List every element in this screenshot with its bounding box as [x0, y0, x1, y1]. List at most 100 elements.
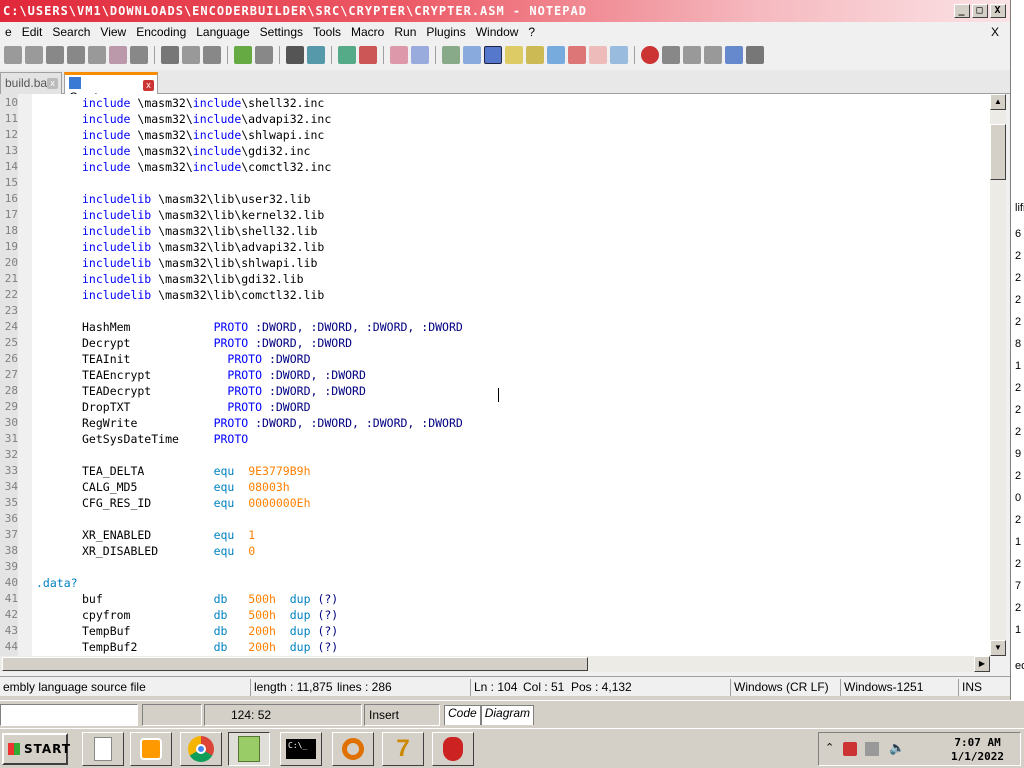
media-player-icon[interactable]	[130, 732, 172, 766]
close-tab-icon[interactable]: x	[47, 78, 58, 89]
close-tab-icon[interactable]: x	[143, 80, 154, 91]
code-line[interactable]: 12 include \masm32\include\shlwapi.inc	[0, 127, 990, 143]
code-line[interactable]: 37 XR_ENABLED equ 1	[0, 527, 990, 543]
replace-icon[interactable]	[307, 46, 325, 64]
code-line[interactable]: 32	[0, 447, 990, 463]
code-line[interactable]: 22 includelib \masm32\lib\comctl32.lib	[0, 287, 990, 303]
status-encoding[interactable]: Windows-1251	[840, 679, 958, 696]
code-line[interactable]: 42 cpyfrom db 500h dup (?)	[0, 607, 990, 623]
menu-macro[interactable]: Macro	[346, 25, 389, 39]
vertical-scrollbar[interactable]: ▲ ▼	[990, 94, 1006, 656]
code-line[interactable]: 21 includelib \masm32\lib\gdi32.lib	[0, 271, 990, 287]
open-file-icon[interactable]	[25, 46, 43, 64]
redo-icon[interactable]	[255, 46, 273, 64]
new-file-icon[interactable]	[4, 46, 22, 64]
minimize-button[interactable]: _	[954, 4, 970, 18]
security-alert-icon[interactable]	[843, 742, 857, 756]
zoom-out-icon[interactable]	[359, 46, 377, 64]
start-button[interactable]: START	[2, 733, 70, 765]
code-line[interactable]: 13 include \masm32\include\gdi32.inc	[0, 143, 990, 159]
horizontal-scrollbar[interactable]: ▶	[0, 656, 990, 672]
document-map-icon[interactable]	[547, 46, 565, 64]
zoom-in-icon[interactable]	[338, 46, 356, 64]
code-line[interactable]: 40 .data?	[0, 575, 990, 591]
tab-code[interactable]: Code	[444, 705, 481, 725]
chrome-icon[interactable]	[180, 732, 222, 766]
status-insert-mode[interactable]: INS	[958, 679, 1010, 696]
tab-build-bat[interactable]: build.bat x	[0, 72, 62, 94]
play-macro-icon[interactable]	[683, 46, 701, 64]
scroll-down-icon[interactable]: ▼	[990, 640, 1006, 656]
command-prompt-icon[interactable]: C:\_	[280, 732, 322, 766]
code-line[interactable]: 23	[0, 303, 990, 319]
stop-macro-icon[interactable]	[662, 46, 680, 64]
menu-help[interactable]: ?	[523, 25, 540, 39]
function-list-icon[interactable]	[526, 46, 544, 64]
notepad-plus-plus-icon[interactable]	[228, 732, 270, 766]
code-line[interactable]: 15	[0, 175, 990, 191]
record-macro-icon[interactable]	[641, 46, 659, 64]
horizontal-scroll-thumb[interactable]	[2, 657, 588, 671]
menu-run[interactable]: Run	[389, 25, 421, 39]
code-line[interactable]: 30 RegWrite PROTO :DWORD, :DWORD, :DWORD,…	[0, 415, 990, 431]
folder-workspace-icon[interactable]	[568, 46, 586, 64]
menu-view[interactable]: View	[95, 25, 131, 39]
paste-icon[interactable]	[203, 46, 221, 64]
code-line[interactable]: 16 includelib \masm32\lib\user32.lib	[0, 191, 990, 207]
menu-encoding[interactable]: Encoding	[131, 25, 191, 39]
copy-icon[interactable]	[182, 46, 200, 64]
scroll-up-icon[interactable]: ▲	[990, 94, 1006, 110]
code-line[interactable]: 17 includelib \masm32\lib\kernel32.lib	[0, 207, 990, 223]
code-line[interactable]: 18 includelib \masm32\lib\shell32.lib	[0, 223, 990, 239]
code-line[interactable]: 38 XR_DISABLED equ 0	[0, 543, 990, 559]
plugin-icon[interactable]	[746, 46, 764, 64]
sevenzip-icon[interactable]: 7	[382, 732, 424, 766]
clock[interactable]: 7:07 AM 1/1/2022	[951, 736, 1004, 764]
vertical-scroll-thumb[interactable]	[990, 124, 1006, 180]
status-eol[interactable]: Windows (CR LF)	[730, 679, 838, 696]
menu-search[interactable]: Search	[47, 25, 95, 39]
code-editor[interactable]: 10 include \masm32\include\shell32.inc 11 i…	[0, 94, 990, 656]
rad-input-field[interactable]	[0, 704, 138, 726]
save-macro-icon[interactable]	[725, 46, 743, 64]
monitoring-icon[interactable]	[589, 46, 607, 64]
code-line[interactable]: 31 GetSysDateTime PROTO	[0, 431, 990, 447]
code-line[interactable]: 29 DropTXT PROTO :DWORD	[0, 399, 990, 415]
menu-plugins[interactable]: Plugins	[421, 25, 470, 39]
code-line[interactable]: 24 HashMem PROTO :DWORD, :DWORD, :DWORD, …	[0, 319, 990, 335]
code-line[interactable]: 27 TEAEncrypt PROTO :DWORD, :DWORD	[0, 367, 990, 383]
sync-vertical-icon[interactable]	[390, 46, 408, 64]
save-all-icon[interactable]	[67, 46, 85, 64]
menu-edit[interactable]: Edit	[17, 25, 48, 39]
close-document-button[interactable]: X	[986, 25, 1004, 39]
save-icon[interactable]	[46, 46, 64, 64]
strawberry-icon[interactable]	[432, 732, 474, 766]
code-line[interactable]: 44 TempBuf2 db 200h dup (?)	[0, 639, 990, 655]
network-icon[interactable]	[865, 742, 879, 756]
close-button[interactable]: X	[990, 4, 1006, 18]
window-title-bar[interactable]: C:\USERS\VM1\DOWNLOADS\ENCODERBUILDER\SR…	[0, 0, 1010, 22]
preview-icon[interactable]	[610, 46, 628, 64]
menu-file[interactable]: e	[0, 25, 17, 39]
code-line[interactable]: 19 includelib \masm32\lib\advapi32.lib	[0, 239, 990, 255]
chevron-up-icon[interactable]: ⌃	[825, 741, 834, 754]
tab-diagram[interactable]: Diagram	[480, 705, 535, 725]
run-macro-multiple-icon[interactable]	[704, 46, 722, 64]
code-line[interactable]: 20 includelib \masm32\lib\shlwapi.lib	[0, 255, 990, 271]
code-line[interactable]: 28 TEADecrypt PROTO :DWORD, :DWORD	[0, 383, 990, 399]
tab-crypter-asm[interactable]: Crypter.asm x	[64, 72, 158, 104]
show-all-characters-icon[interactable]	[463, 46, 481, 64]
undo-icon[interactable]	[234, 46, 252, 64]
indent-guide-icon[interactable]	[484, 46, 502, 64]
close-file-icon[interactable]	[88, 46, 106, 64]
code-line[interactable]: 41 buf db 500h dup (?)	[0, 591, 990, 607]
speaker-icon[interactable]: 🔈	[889, 740, 905, 756]
code-line[interactable]: 39	[0, 559, 990, 575]
code-line[interactable]: 43 TempBuf db 200h dup (?)	[0, 623, 990, 639]
code-line[interactable]: 33 TEA_DELTA equ 9E3779B9h	[0, 463, 990, 479]
menu-tools[interactable]: Tools	[308, 25, 346, 39]
menu-language[interactable]: Language	[191, 25, 254, 39]
code-line[interactable]: 25 Decrypt PROTO :DWORD, :DWORD	[0, 335, 990, 351]
code-line[interactable]: 10 include \masm32\include\shell32.inc	[0, 95, 990, 111]
file-icon[interactable]	[82, 732, 124, 766]
